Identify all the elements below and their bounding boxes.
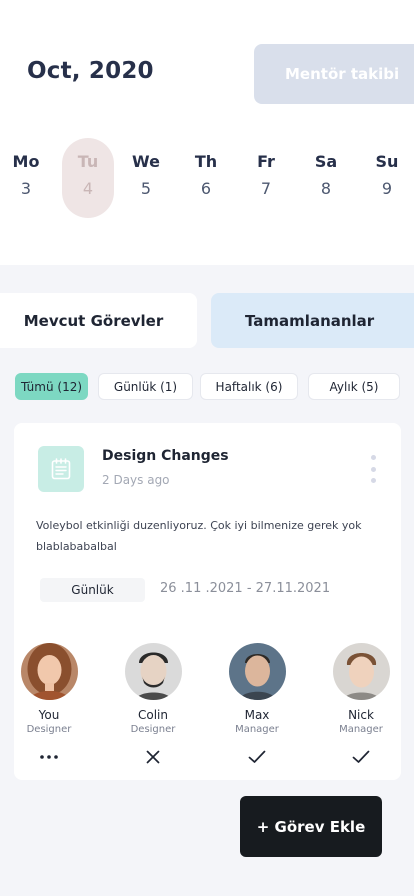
day-item[interactable]: Th 6 (180, 138, 232, 218)
more-icon[interactable] (37, 747, 61, 767)
avatar (20, 643, 78, 700)
filter-monthly[interactable]: Aylık (5) (308, 373, 400, 400)
day-name: Sa (314, 152, 338, 171)
date-range: 26 .11 .2021 - 27.11.2021 (160, 581, 331, 596)
close-icon[interactable] (141, 747, 165, 767)
member-you[interactable]: You Designer (9, 643, 89, 735)
member-role: Manager (235, 724, 279, 735)
member-role: Designer (26, 724, 72, 735)
day-name: Tu (77, 152, 99, 171)
day-name: Su (375, 152, 399, 171)
add-task-button[interactable]: + Görev Ekle (240, 796, 382, 857)
filter-daily[interactable]: Günlük (1) (98, 373, 193, 400)
day-item-selected[interactable]: Tu 4 (62, 138, 114, 218)
member-name: You (38, 708, 60, 722)
notepad-icon (38, 446, 84, 492)
header-panel: Oct, 2020 Mentör takibi Mo 3 Tu 4 We 5 T… (0, 0, 414, 265)
check-icon[interactable] (349, 747, 373, 767)
day-item[interactable]: Fr 7 (240, 138, 292, 218)
task-time: 2 Days ago (102, 473, 170, 487)
mentor-tracking-button[interactable]: Mentör takibi (254, 44, 414, 104)
day-date: 9 (381, 179, 393, 198)
member-colin[interactable]: Colin Designer (113, 643, 193, 735)
member-name: Max (244, 708, 270, 722)
day-date: 7 (260, 179, 272, 198)
day-date: 4 (82, 179, 94, 198)
period-badge: Günlük (40, 578, 145, 602)
avatar (228, 643, 286, 700)
member-role: Designer (130, 724, 176, 735)
kebab-menu-icon[interactable] (364, 455, 382, 483)
filter-weekly[interactable]: Haftalık (6) (200, 373, 298, 400)
member-nick[interactable]: Nick Manager (321, 643, 401, 735)
day-date: 6 (200, 179, 212, 198)
day-date: 5 (140, 179, 152, 198)
day-item[interactable]: Sa 8 (300, 138, 352, 218)
task-description: Voleybol etkinliği duzenliyoruz. Çok iyi… (36, 519, 362, 553)
member-role: Manager (339, 724, 383, 735)
avatar (332, 643, 390, 700)
day-item[interactable]: We 5 (120, 138, 172, 218)
day-date: 3 (20, 179, 32, 198)
tab-current-tasks[interactable]: Mevcut Görevler (0, 293, 197, 348)
member-max[interactable]: Max Manager (217, 643, 297, 735)
member-name: Nick (348, 708, 374, 722)
week-day-strip: Mo 3 Tu 4 We 5 Th 6 Fr 7 Sa 8 Su 9 (0, 138, 414, 218)
task-title: Design Changes (102, 448, 229, 464)
filter-all[interactable]: Tümü (12) (15, 373, 88, 400)
tab-completed[interactable]: Tamamlananlar (211, 293, 414, 348)
task-card[interactable]: Design Changes 2 Days ago Voleybol etkin… (14, 423, 401, 780)
avatar (124, 643, 182, 700)
day-name: We (132, 152, 160, 171)
check-icon[interactable] (245, 747, 269, 767)
day-date: 8 (320, 179, 332, 198)
member-name: Colin (138, 708, 168, 722)
day-name: Mo (12, 152, 40, 171)
day-name: Fr (257, 152, 275, 171)
month-title: Oct, 2020 (27, 58, 154, 84)
day-item[interactable]: Su 9 (361, 138, 413, 218)
day-item[interactable]: Mo 3 (0, 138, 52, 218)
day-name: Th (194, 152, 218, 171)
